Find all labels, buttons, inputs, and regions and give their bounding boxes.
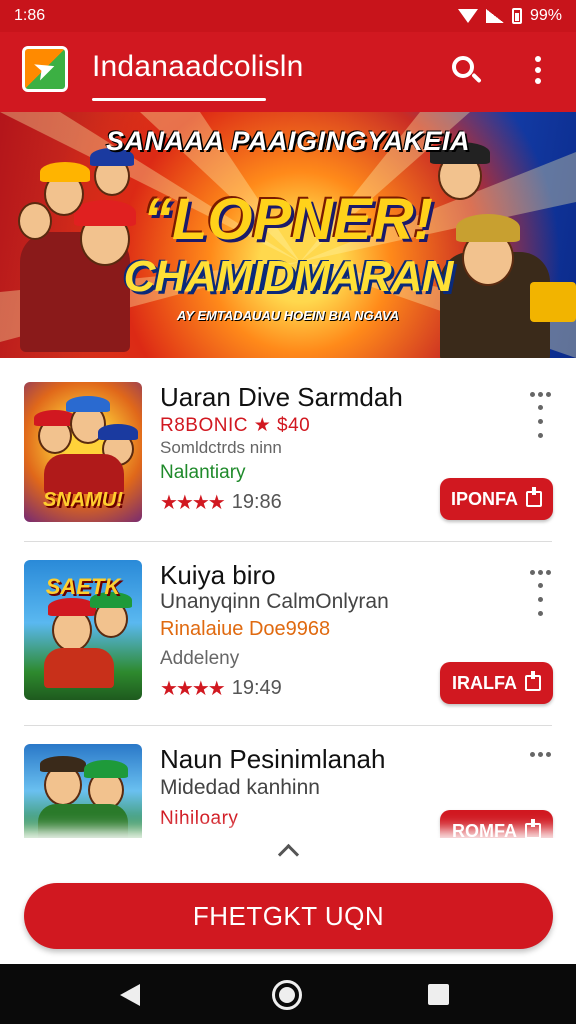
app-bar: ➤ Indanaadcolisln xyxy=(0,32,576,112)
rating-value: 19:49 xyxy=(231,677,282,699)
app-thumbnail[interactable]: SNAMU! xyxy=(24,382,142,522)
app-name[interactable]: Naun Pesinimlanah xyxy=(160,744,385,775)
app-name[interactable]: Kuiya biro xyxy=(160,560,276,591)
download-icon xyxy=(525,671,541,691)
banner-caption: AY EMTADAUAU HOEIN BIA NGAVA xyxy=(176,308,400,323)
app-logo-icon[interactable]: ➤ xyxy=(22,46,68,92)
thumbnail-title: SNAMU! xyxy=(43,489,123,511)
status-time: 1:86 xyxy=(14,7,46,24)
install-button[interactable]: IPONFA xyxy=(440,478,553,520)
rating-value: 19:86 xyxy=(231,491,282,513)
app-thumbnail[interactable]: SAETK xyxy=(24,560,142,700)
thumbnail-title: SAETK xyxy=(45,574,121,599)
more-vert-icon xyxy=(537,583,543,616)
list-item[interactable]: SAETK Kuiya biro Unanyqinn CalmOnlyran R… xyxy=(0,542,576,726)
home-icon[interactable] xyxy=(272,980,302,1010)
item-overflow-button[interactable] xyxy=(526,570,554,616)
recent-apps-icon[interactable] xyxy=(428,984,449,1005)
download-icon xyxy=(526,487,542,507)
app-thumbnail[interactable] xyxy=(24,744,142,838)
signal-icon xyxy=(485,9,504,23)
search-button[interactable] xyxy=(446,50,486,90)
banner-title: “LOPNER! xyxy=(143,187,433,252)
item-overflow-button[interactable] xyxy=(526,752,554,765)
list-item[interactable]: SNAMU! Uaran Dive Sarmdah R8BONIC ★ $40 … xyxy=(0,358,576,542)
back-icon[interactable] xyxy=(120,984,140,1006)
battery-percent: 99% xyxy=(529,7,562,24)
install-button[interactable]: IRALFA xyxy=(440,662,553,704)
app-name[interactable]: Uaran Dive Sarmdah xyxy=(160,382,403,413)
overflow-menu-button[interactable] xyxy=(526,52,550,88)
app-description: Somldctrds ninn xyxy=(160,438,282,457)
status-icons: 99% xyxy=(457,7,562,25)
app-screen: 1:86 99% ➤ Indanaadcolisln SANAAA PAAIGI… xyxy=(0,0,576,1024)
app-title: Indanaadcolisln xyxy=(92,50,304,83)
more-vert-icon xyxy=(535,56,541,62)
app-rating: ★★★★ 19:86 xyxy=(160,490,282,515)
promo-banner[interactable]: SANAAA PAAIGINGYAKEIA “LOPNER! CHAMIDMAR… xyxy=(0,112,576,358)
battery-icon xyxy=(511,8,522,24)
banner-subtitle: CHAMIDMARAN xyxy=(123,252,454,301)
more-vert-icon xyxy=(537,405,543,438)
app-rating: ★★★★ 19:49 xyxy=(160,676,282,701)
app-description: Nihiloary xyxy=(160,808,239,829)
app-publisher: Unanyqinn CalmOnlyran xyxy=(160,590,389,613)
app-category: Nalantiary xyxy=(160,462,246,483)
star-rating-icon: ★★★★ xyxy=(160,678,226,700)
system-nav-bar xyxy=(0,964,576,1024)
status-bar: 1:86 99% xyxy=(0,0,576,32)
primary-action-button[interactable]: FHETGKT UQN xyxy=(24,883,553,949)
title-underline xyxy=(92,98,266,101)
app-publisher: R8BONIC ★ $40 xyxy=(160,415,311,436)
star-rating-icon: ★★★★ xyxy=(160,492,226,514)
app-category: Addeleny xyxy=(160,648,240,669)
wifi-icon xyxy=(457,9,478,23)
item-overflow-button[interactable] xyxy=(526,392,554,438)
download-icon xyxy=(525,819,541,839)
app-description: Rinalaiue Doe9968 xyxy=(160,618,331,640)
more-horiz-icon xyxy=(529,752,551,757)
chevron-up-icon[interactable] xyxy=(274,838,302,862)
app-publisher: Midedad kanhinn xyxy=(160,776,320,799)
banner-headline: SANAAA PAAIGINGYAKEIA xyxy=(105,126,471,156)
